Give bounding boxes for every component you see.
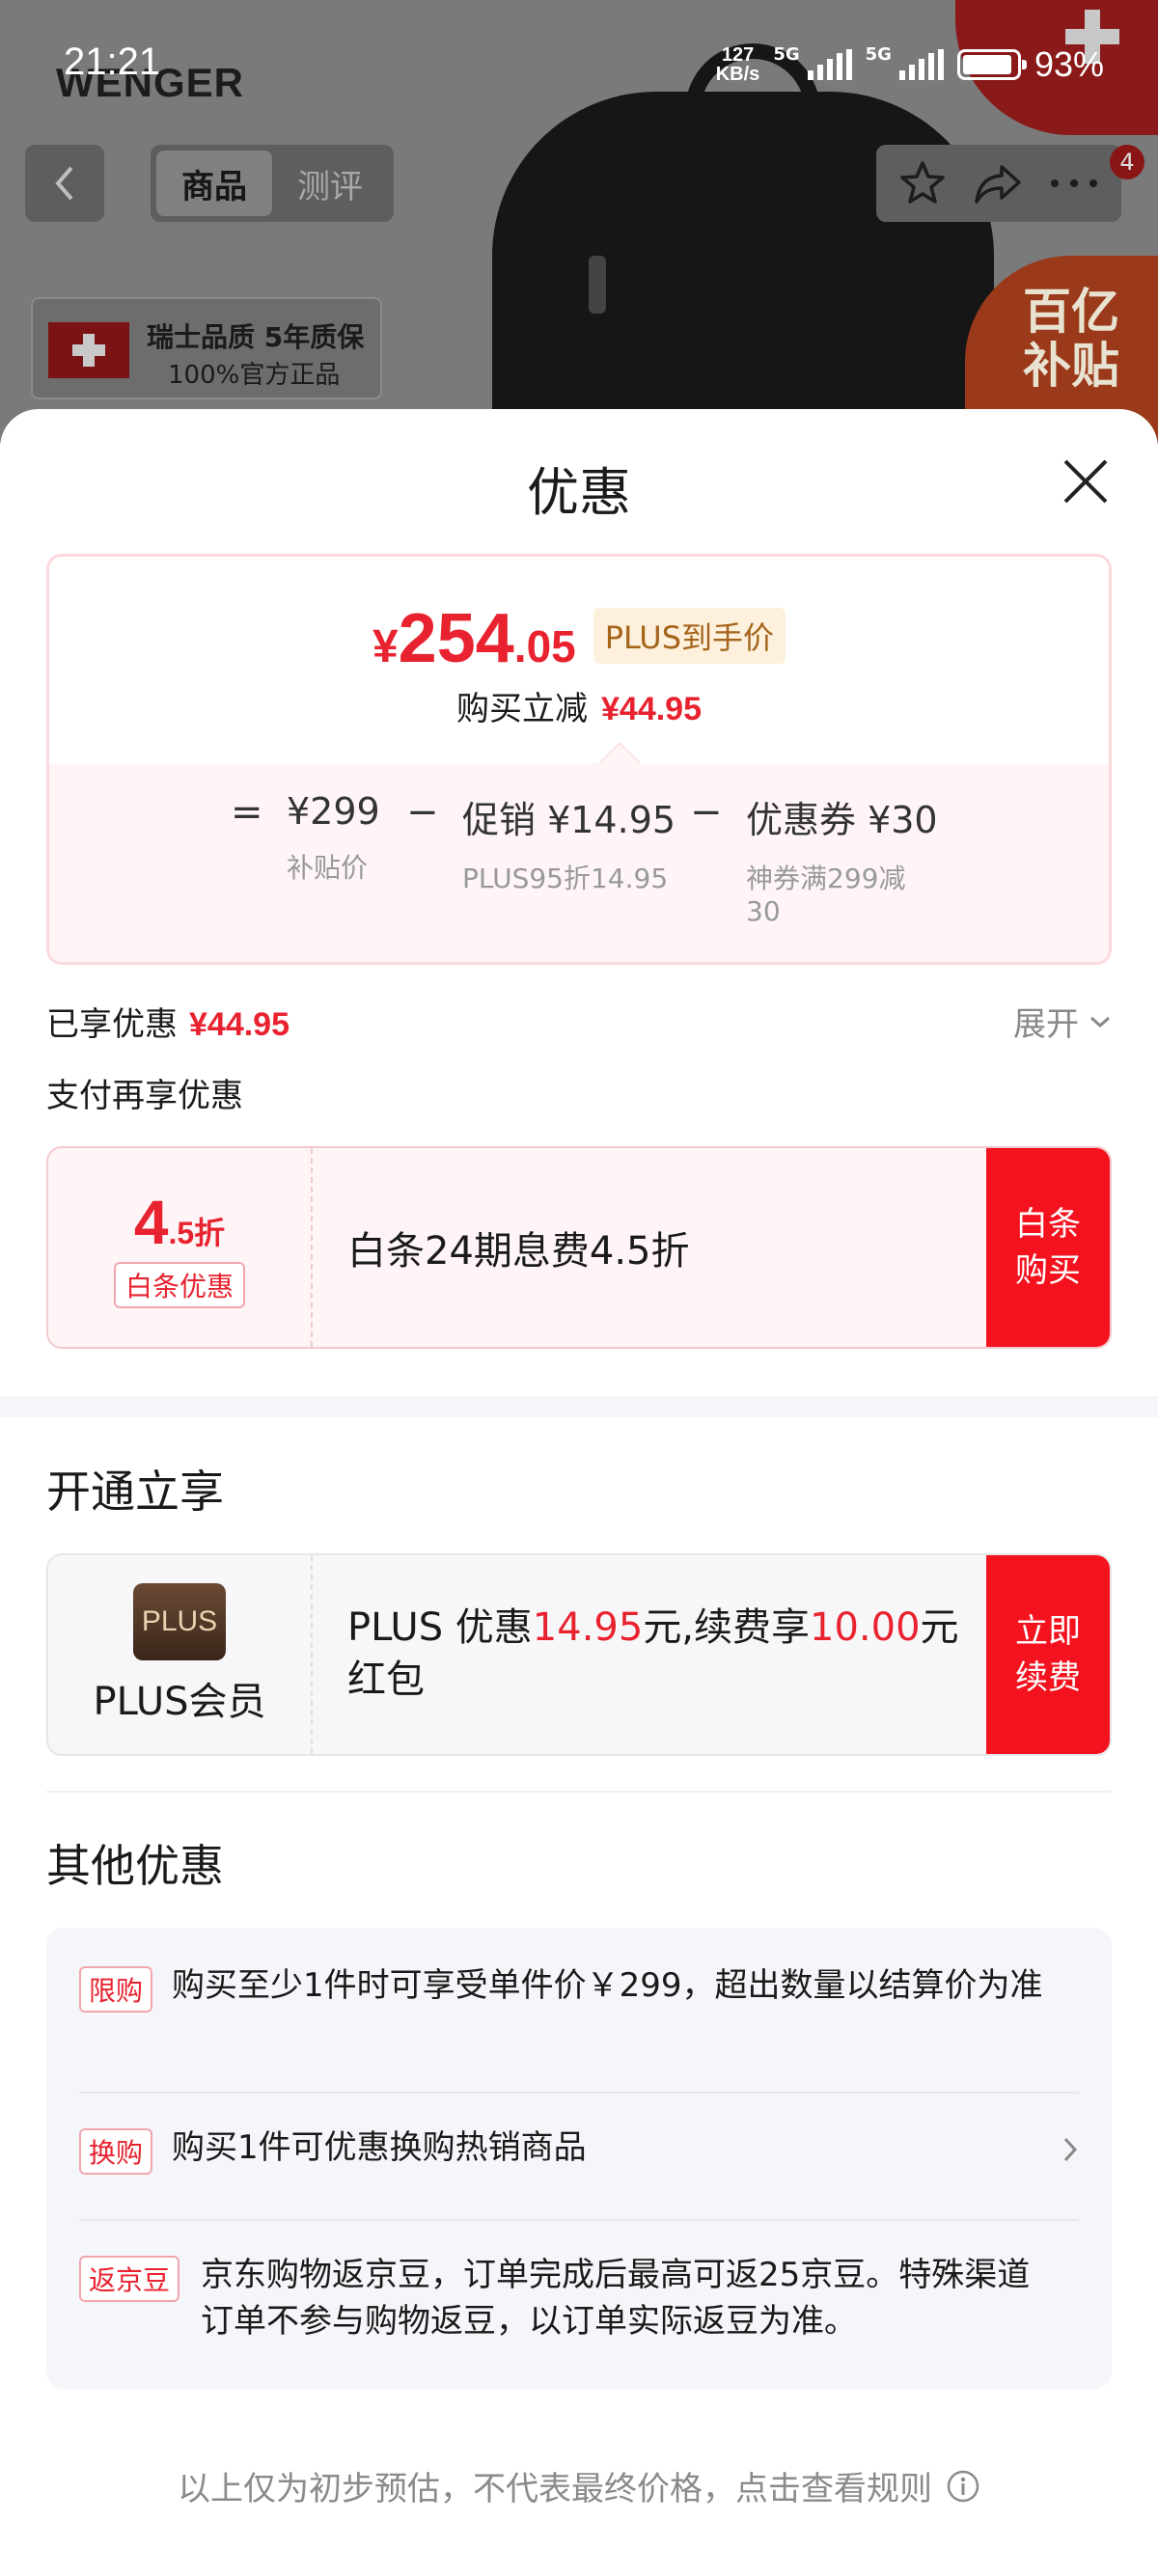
limit-text: 购买至少1件时可享受单件价￥299，超出数量以结算价为准 <box>172 1966 1043 2005</box>
quality-badge: 瑞士品质 5年质保 100%官方正品 <box>31 297 382 399</box>
exchange-tag: 换购 <box>79 2128 153 2175</box>
baitiao-desc: 白条24期息费4.5折 <box>347 1229 690 1274</box>
list-item: 限购 购买至少1件时可享受单件价￥299，超出数量以结算价为准 <box>79 1962 1079 2013</box>
price-card: ¥254.05 PLUS到手价 购买立减 ¥44.95 = ¥299 补贴价 − … <box>46 554 1112 965</box>
limit-tag: 限购 <box>79 1966 153 2013</box>
baitiao-discount: 4.5折 <box>133 1188 226 1257</box>
share-icon[interactable] <box>973 161 1023 206</box>
sim2-label: 5G <box>865 44 892 65</box>
baitiao-coupon: 4.5折 白条优惠 白条24期息费4.5折 白条 购买 <box>46 1146 1112 1349</box>
plus-price-tag: PLUS到手价 <box>593 608 786 664</box>
plus-logo: PLUS <box>133 1583 226 1660</box>
baitiao-buy-button[interactable]: 白条 购买 <box>986 1148 1110 1347</box>
chevron-right-icon <box>1063 2137 1078 2162</box>
status-time: 21:21 <box>64 41 161 83</box>
divider <box>46 1791 1112 1793</box>
rules-link[interactable]: 以上仅为初步预估，不代表最终价格，点击查看规则 <box>0 2462 1158 2509</box>
sim1-label: 5G <box>773 44 800 65</box>
renew-now-button[interactable]: 立即 续费 <box>986 1555 1110 1754</box>
battery-percent: 93% <box>1034 44 1104 84</box>
tab-review[interactable]: 测评 <box>272 151 388 216</box>
battery-icon <box>956 49 1027 80</box>
discount-sheet: 优惠 ¥254.05 PLUS到手价 购买立减 ¥44.95 = ¥299 补贴价… <box>0 409 1158 2576</box>
open-section-title: 开通立享 <box>46 1466 224 1518</box>
exchange-text: 购买1件可优惠换购热销商品 <box>172 2128 587 2167</box>
pay-again-label: 支付再享优惠 <box>46 1077 243 1115</box>
enjoyed-discount: 已享优惠 ¥44.95 <box>46 1005 290 1044</box>
swiss-flag-icon <box>48 322 129 378</box>
formula-item: 促销 ¥14.95 PLUS95折14.95 <box>462 799 676 894</box>
top-actions <box>876 145 1121 222</box>
info-icon <box>947 2470 979 2502</box>
expand-button[interactable]: 展开 <box>1013 998 1112 1045</box>
formula-item: 优惠券 ¥30 神券满299减 30 <box>746 799 938 927</box>
jingdou-tag: 返京豆 <box>79 2256 180 2302</box>
quality-line1: 瑞士品质 5年质保 <box>147 321 365 353</box>
footer-note-text: 以上仅为初步预估，不代表最终价格，点击查看规则 <box>178 2470 932 2508</box>
instant-reduction: 购买立减 ¥44.95 <box>456 690 702 728</box>
other-discounts-list: 限购 购买至少1件时可享受单件价￥299，超出数量以结算价为准 换购 购买1件可… <box>46 1928 1112 2389</box>
close-icon[interactable] <box>1056 452 1116 511</box>
row-divider <box>79 2092 1079 2094</box>
product-tabs: 商品 测评 <box>151 145 394 222</box>
jingdou-text: 京东购物返京豆，订单完成后最高可返25京豆。特殊渠道订单不参与购物返豆，以订单实… <box>201 2256 1031 2341</box>
row-divider <box>79 2219 1079 2221</box>
plus-member-name: PLUS会员 <box>93 1680 266 1724</box>
plus-member-desc: PLUS 优惠14.95元,续费享10.00元 红包 <box>347 1605 959 1702</box>
chevron-down-icon <box>1090 1016 1110 1028</box>
others-section-title: 其他优惠 <box>46 1840 224 1892</box>
formula-op: − <box>406 790 439 835</box>
more-icon[interactable] <box>1049 178 1099 189</box>
star-icon[interactable] <box>898 159 947 207</box>
list-item: 返京豆 京东购物返京豆，订单完成后最高可返25京豆。特殊渠道订单不参与购物返豆，… <box>79 2252 1079 2344</box>
net-speed: 127 KB/s <box>715 44 760 85</box>
notification-badge: 4 <box>1110 145 1144 179</box>
section-divider <box>0 1396 1158 1417</box>
expand-label: 展开 <box>1013 1005 1079 1044</box>
formula-op: − <box>690 790 723 835</box>
final-price: ¥254.05 <box>372 600 576 677</box>
formula-item: ¥299 补贴价 <box>287 790 380 884</box>
quality-line2: 100%官方正品 <box>168 361 341 390</box>
list-item-exchange[interactable]: 换购 购买1件可优惠换购热销商品 <box>79 2124 1079 2175</box>
back-button[interactable] <box>25 145 104 222</box>
tab-product[interactable]: 商品 <box>156 151 272 216</box>
signal-icon <box>898 49 944 80</box>
formula-op: = <box>231 790 263 835</box>
plus-member-card: PLUS PLUS会员 PLUS 优惠14.95元,续费享10.00元 红包 立即… <box>46 1553 1112 1756</box>
baitiao-tag: 白条优惠 <box>113 1262 245 1308</box>
status-icons: 127 KB/s 5G 5G 93% <box>716 44 1104 85</box>
chevron-left-icon <box>55 166 73 201</box>
sheet-title: 优惠 <box>527 462 631 523</box>
signal-icon <box>807 49 852 80</box>
